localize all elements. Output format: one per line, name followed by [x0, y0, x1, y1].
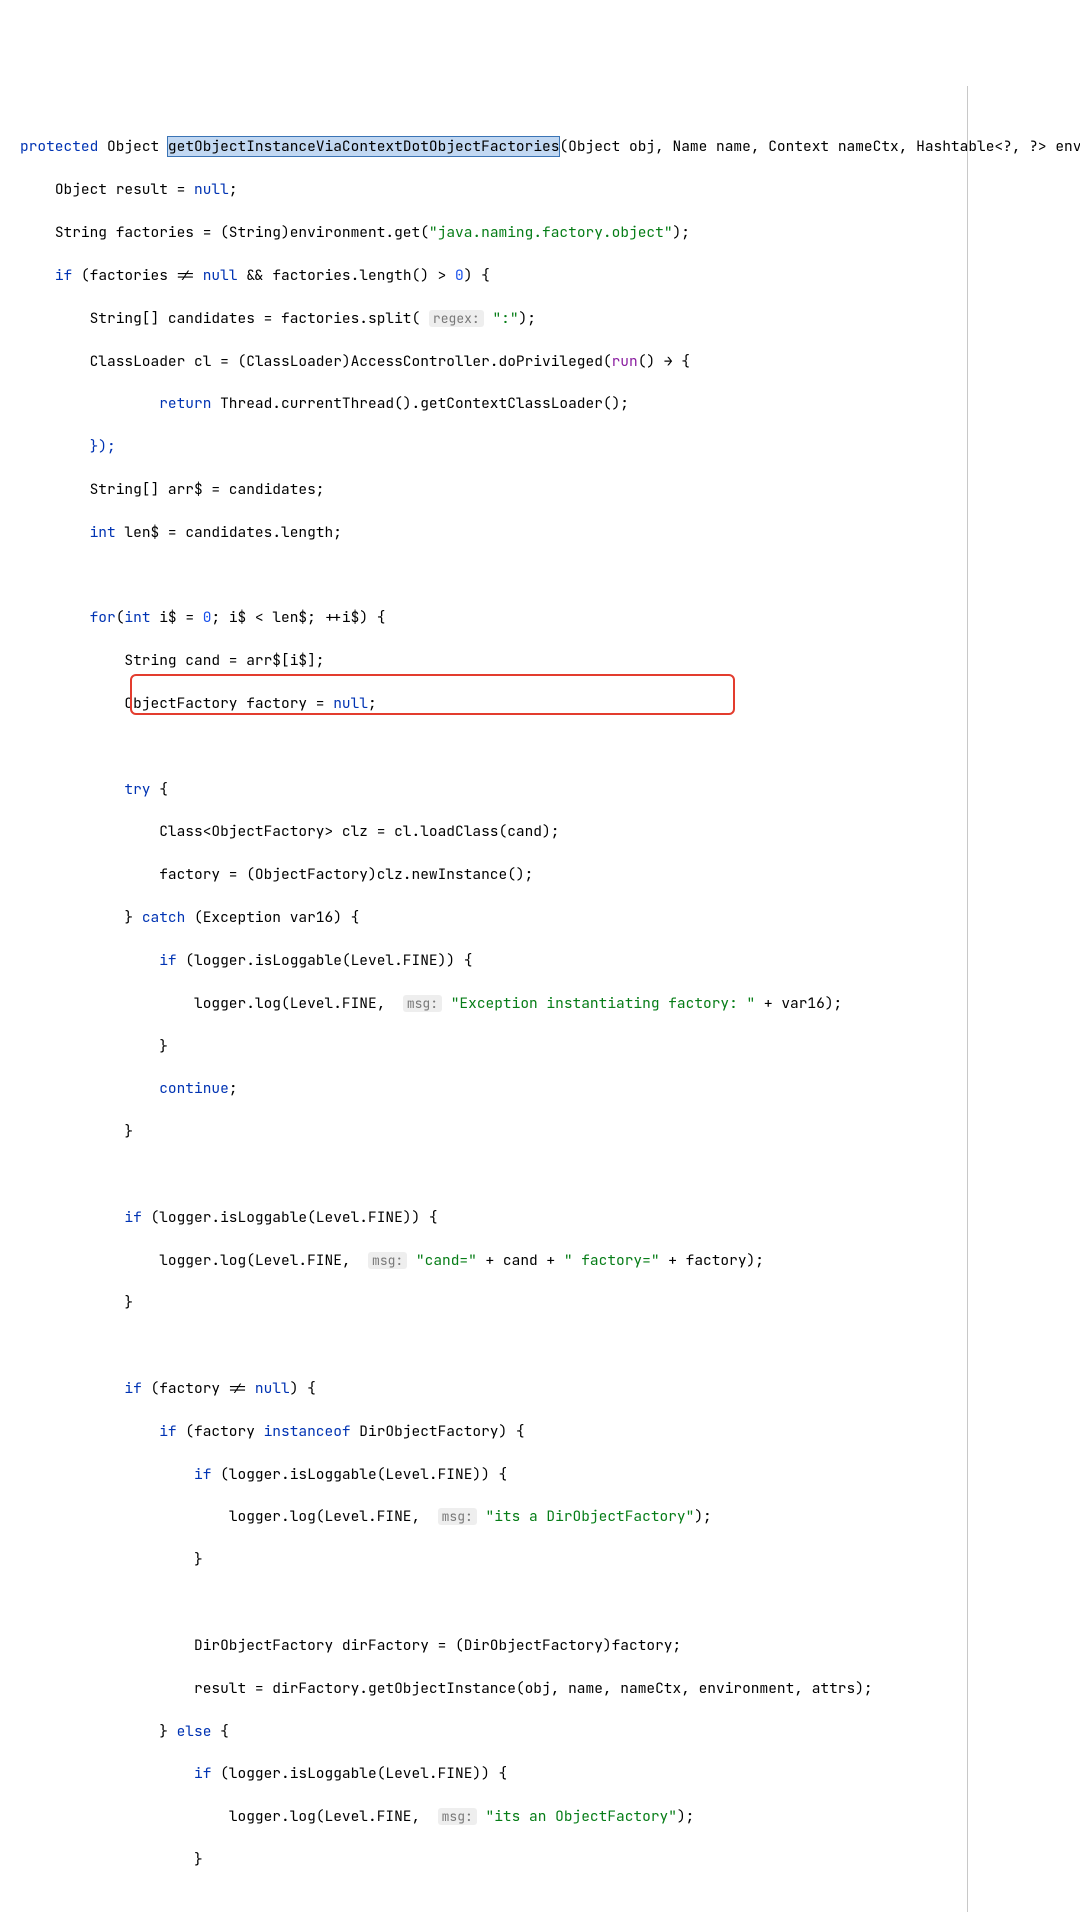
t: ClassLoader cl = (ClassLoader)AccessCont… — [90, 352, 612, 371]
code-editor-pane[interactable]: protected Object getObjectInstanceViaCon… — [0, 86, 968, 1912]
t: ); — [673, 223, 690, 242]
t: String[] candidates = factories.split( — [90, 309, 421, 328]
kw: null — [255, 1379, 290, 1398]
t: logger.log(Level.FINE, — [159, 1251, 359, 1270]
kw: return — [159, 394, 211, 413]
str: " factory=" — [564, 1251, 660, 1270]
t: } — [159, 1037, 168, 1056]
t: DirObjectFactory dirFactory = (DirObject… — [194, 1636, 681, 1655]
t: } — [159, 1722, 176, 1741]
t: + factory); — [660, 1251, 764, 1270]
t: (logger.isLoggable(Level.FINE)) { — [211, 1764, 507, 1783]
t: String[] arr$ = candidates; — [90, 480, 325, 499]
str: "its a DirObjectFactory" — [486, 1507, 695, 1526]
param-hint-msg: msg: — [438, 1808, 477, 1825]
kw: catch — [142, 908, 186, 927]
t: ); — [677, 1807, 694, 1826]
t: Class<ObjectFactory> clz = cl.loadClass(… — [159, 822, 559, 841]
param-hint-msg: msg: — [403, 995, 442, 1012]
t: String cand = arr$[i$]; — [124, 651, 324, 670]
kw: try — [124, 780, 150, 799]
kw: protected — [20, 137, 98, 156]
kw: int — [90, 523, 116, 542]
t: } — [124, 908, 141, 927]
method-name-selected[interactable]: getObjectInstanceViaContextDotObjectFact… — [168, 137, 560, 156]
t: && factories.length() > — [238, 266, 456, 285]
t: (factory — [177, 1422, 264, 1441]
t: (Exception var16) { — [185, 908, 359, 927]
t: ; — [229, 180, 238, 199]
java-source: protected Object getObjectInstanceViaCon… — [20, 115, 967, 1912]
str: "Exception instantiating factory: " — [451, 994, 756, 1013]
t: { — [673, 352, 690, 371]
kw: instanceof — [264, 1422, 351, 1441]
kw: continue — [159, 1079, 229, 1098]
t: len$ = candidates.length; — [116, 523, 342, 542]
t: ); — [519, 309, 536, 328]
t: ) { — [464, 266, 490, 285]
kw: if — [159, 1422, 176, 1441]
t: ; — [368, 694, 377, 713]
num: 0 — [455, 266, 464, 285]
t: (factories != — [72, 266, 203, 285]
param-hint-msg: msg: — [368, 1252, 407, 1269]
kw: if — [194, 1465, 211, 1484]
t: String factories = (String)environment.g… — [55, 223, 429, 242]
t: ) { — [290, 1379, 316, 1398]
kw: if — [159, 951, 176, 970]
t: ); — [694, 1507, 711, 1526]
str: "cand=" — [416, 1251, 477, 1270]
t: { — [151, 780, 168, 799]
kw: if — [124, 1208, 141, 1227]
t: { — [211, 1722, 228, 1741]
kw: else — [177, 1722, 212, 1741]
t: + cand + — [477, 1251, 564, 1270]
param-hint-msg: msg: — [438, 1508, 477, 1525]
t: i$ = — [151, 608, 203, 627]
str: "java.naming.factory.object" — [429, 223, 673, 242]
t: ObjectFactory factory = — [124, 694, 333, 713]
t: (logger.isLoggable(Level.FINE)) { — [177, 951, 473, 970]
kw: if — [194, 1764, 211, 1783]
t: (factory != — [142, 1379, 255, 1398]
t: (logger.isLoggable(Level.FINE)) { — [211, 1465, 507, 1484]
kw: null — [194, 180, 229, 199]
sig: (Object obj, Name name, Context nameCtx,… — [559, 137, 1080, 156]
str: ":" — [492, 309, 518, 328]
t: ; — [229, 1079, 238, 1098]
kw: if — [124, 1379, 141, 1398]
t: } — [194, 1850, 203, 1869]
kw: null — [333, 694, 368, 713]
t: () — [638, 352, 664, 371]
t: } — [124, 1122, 133, 1141]
kw: int — [124, 608, 150, 627]
lambda-arrow-icon: → — [664, 352, 673, 371]
t: (logger.isLoggable(Level.FINE)) { — [142, 1208, 438, 1227]
t: ; i$ < len$; ++i$) { — [211, 608, 385, 627]
str: "its an ObjectFactory" — [486, 1807, 677, 1826]
kw: if — [55, 266, 72, 285]
t: Object — [107, 137, 159, 156]
t: logger.log(Level.FINE, — [194, 994, 394, 1013]
t: result = dirFactory.getObjectInstance(ob… — [194, 1679, 873, 1698]
t: DirObjectFactory) { — [351, 1422, 525, 1441]
t: factory = (ObjectFactory)clz.newInstance… — [159, 865, 533, 884]
t: } — [124, 1293, 133, 1312]
kw: null — [203, 266, 238, 285]
lambda-run: run — [612, 352, 638, 371]
t: } — [194, 1550, 203, 1569]
kw: for — [90, 608, 116, 627]
t: logger.log(Level.FINE, — [229, 1807, 429, 1826]
t: }); — [90, 437, 116, 456]
t: + var16); — [755, 994, 842, 1013]
t: Object result = — [55, 180, 194, 199]
t: Thread.currentThread().getContextClassLo… — [211, 394, 629, 413]
t: logger.log(Level.FINE, — [229, 1507, 429, 1526]
param-hint-regex: regex: — [429, 310, 484, 327]
